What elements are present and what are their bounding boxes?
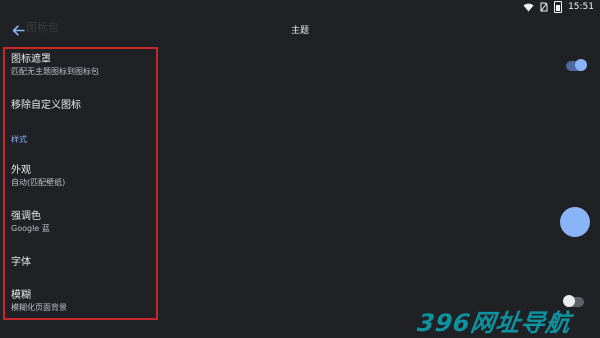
- battery-icon: [554, 1, 563, 13]
- setting-title: 字体: [11, 257, 31, 268]
- wifi-icon: [523, 3, 534, 11]
- setting-appearance[interactable]: 外观 自动(匹配壁纸): [11, 165, 65, 188]
- setting-title: 模糊: [11, 290, 31, 301]
- setting-font[interactable]: 字体: [11, 257, 31, 269]
- status-bar: 15:51: [0, 0, 600, 14]
- page-title: 主题: [290, 26, 309, 36]
- setting-blur[interactable]: 模糊 模糊化页面背景: [11, 290, 67, 313]
- setting-icon-mask[interactable]: 图标遮罩 匹配无主题图标到图标包: [11, 54, 99, 77]
- no-sim-icon: [540, 2, 548, 12]
- setting-title: 外观: [11, 165, 31, 176]
- setting-summary: 模糊化页面背景: [11, 303, 67, 312]
- watermark-logo: 396网址导航: [415, 309, 573, 337]
- clock-time: 15:51: [568, 2, 594, 12]
- section-header-style: 样式: [11, 135, 27, 144]
- setting-title: 强调色: [11, 211, 41, 222]
- toggle-knob: [575, 59, 587, 71]
- setting-accent-color[interactable]: 强调色 Google 蓝: [11, 211, 50, 234]
- setting-summary: Google 蓝: [11, 224, 50, 233]
- status-icons: 15:51: [523, 1, 594, 13]
- accent-color-swatch[interactable]: [560, 207, 590, 237]
- setting-title: 移除自定义图标: [11, 100, 81, 111]
- setting-remove-custom-icons[interactable]: 移除自定义图标: [11, 100, 81, 112]
- setting-title: 图标遮罩: [11, 54, 51, 65]
- setting-summary: 自动(匹配壁纸): [11, 178, 66, 187]
- setting-summary: 匹配无主题图标到图标包: [11, 67, 99, 76]
- icon-mask-toggle[interactable]: [566, 59, 587, 71]
